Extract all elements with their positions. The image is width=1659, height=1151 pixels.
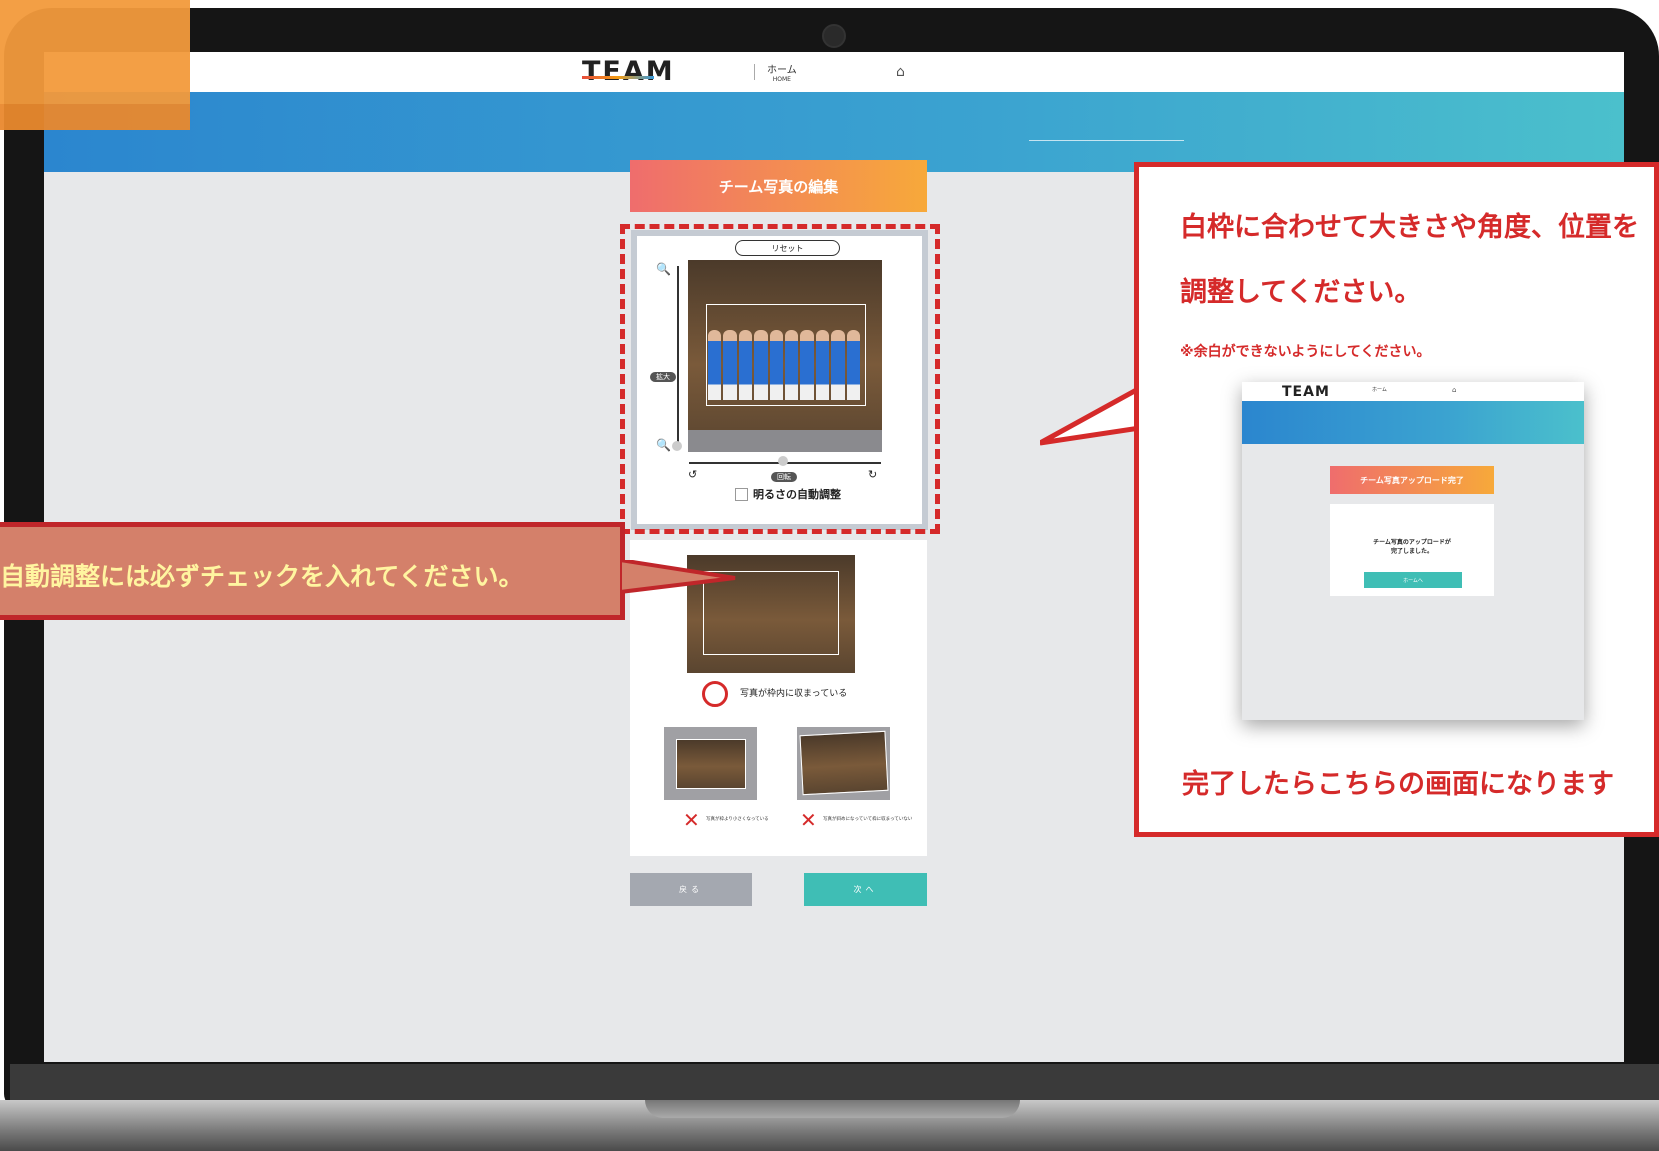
callout-done: 完了したらこちらの画面になります bbox=[1182, 769, 1614, 800]
camera bbox=[822, 24, 846, 48]
rotate-slider-handle[interactable] bbox=[778, 456, 788, 466]
crop-frame bbox=[706, 304, 866, 406]
preview-message: チーム写真のアップロードが 完了しました。 bbox=[1330, 538, 1494, 556]
navbar: TEAM ホーム HOME ⌂ bbox=[44, 52, 1624, 92]
nav-divider bbox=[754, 64, 755, 80]
nav-home-label: ホーム bbox=[767, 65, 797, 76]
zoom-badge: 拡大 bbox=[650, 372, 676, 382]
nav-home-sub: HOME bbox=[772, 76, 791, 83]
rotate-right-icon[interactable]: ↻ bbox=[868, 468, 877, 481]
back-button[interactable]: 戻る bbox=[630, 873, 752, 906]
preview-navbar: TEAM ホーム ⌂ bbox=[1242, 382, 1584, 401]
next-button[interactable]: 次へ bbox=[804, 873, 927, 906]
preview-logo: TEAM bbox=[1282, 384, 1330, 400]
example-bad-tilted-image bbox=[797, 727, 890, 800]
example-ok-label: 写真が枠内に収まっている bbox=[740, 689, 848, 699]
example-bad-label-2: 写真が斜めになっていて枠に収まっていない bbox=[823, 817, 913, 822]
brightness-callout-text: 自動調整には必ずチェックを入れてください。 bbox=[0, 562, 524, 591]
completion-preview: TEAM ホーム ⌂ チーム写真アップロード完了 チーム写真のアップロードが 完… bbox=[1242, 382, 1584, 720]
cross-icon: ✕ bbox=[683, 808, 700, 832]
logo-underline bbox=[582, 76, 654, 79]
left-callout-pointer bbox=[620, 560, 736, 595]
nav-home-link[interactable]: ホーム HOME bbox=[767, 61, 797, 83]
laptop-notch bbox=[645, 1100, 1020, 1118]
example-bad-small-image bbox=[664, 727, 757, 800]
school-icon: ⌂ bbox=[1452, 386, 1457, 394]
preview-message-line-1: チーム写真のアップロードが bbox=[1373, 539, 1451, 546]
zoom-slider[interactable] bbox=[677, 266, 679, 444]
check-circle-icon bbox=[702, 681, 728, 707]
reset-button[interactable]: リセット bbox=[735, 240, 840, 256]
callout-pointer bbox=[1040, 388, 1140, 446]
cross-icon: ✕ bbox=[800, 808, 817, 832]
preview-message-line-2: 完了しました。 bbox=[1390, 548, 1433, 555]
callout-note: ※余白ができないようにしてください。 bbox=[1180, 344, 1431, 360]
zoom-out-icon[interactable]: 🔍 bbox=[656, 438, 671, 452]
callout-line-2: 調整してください。 bbox=[1180, 277, 1422, 308]
preview-title: チーム写真アップロード完了 bbox=[1330, 466, 1494, 494]
photo-gap-area bbox=[688, 430, 882, 452]
brightness-option[interactable]: 明るさの自動調整 bbox=[735, 486, 841, 502]
example-bad-label-1: 写真が枠より小さくなっている bbox=[706, 817, 769, 822]
team-photo[interactable] bbox=[688, 260, 882, 450]
rotate-left-icon[interactable]: ↺ bbox=[688, 468, 697, 481]
zoom-slider-handle[interactable] bbox=[672, 441, 682, 451]
page-title: チーム写真の編集 bbox=[630, 160, 927, 212]
logo[interactable]: TEAM bbox=[582, 56, 675, 87]
school-icon[interactable]: ⌂ bbox=[896, 64, 905, 80]
preview-home-button: ホームへ bbox=[1364, 572, 1462, 588]
brightness-label: 明るさの自動調整 bbox=[753, 488, 841, 501]
preview-banner bbox=[1242, 401, 1584, 444]
callout-line-1: 白枠に合わせて大きさや角度、位置を bbox=[1180, 212, 1639, 243]
brightness-checkbox[interactable] bbox=[735, 487, 748, 501]
zoom-in-icon[interactable]: 🔍 bbox=[656, 262, 671, 276]
corner-tab bbox=[0, 0, 190, 130]
preview-home-label: ホーム bbox=[1372, 387, 1387, 393]
banner-line bbox=[1029, 140, 1184, 141]
rotate-badge: 回転 bbox=[771, 472, 797, 482]
